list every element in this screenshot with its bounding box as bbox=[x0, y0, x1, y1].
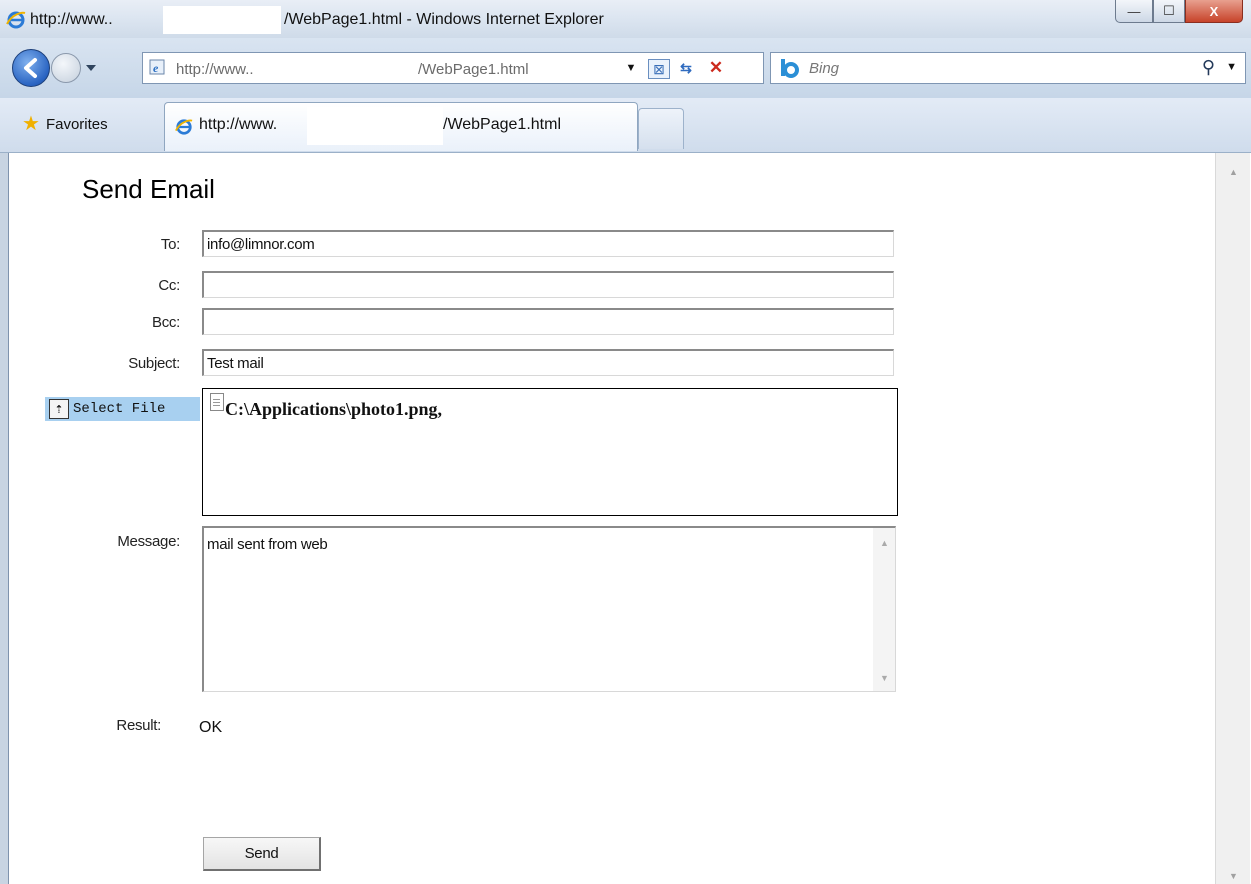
redacted-area bbox=[163, 6, 281, 34]
svg-text:e: e bbox=[153, 61, 159, 75]
favorites-star-icon: ★ bbox=[22, 113, 40, 135]
select-file-button[interactable]: ⇡ Select File bbox=[45, 397, 200, 421]
select-file-label: Select File bbox=[73, 401, 166, 417]
message-scrollbar[interactable]: ▲ ▼ bbox=[873, 528, 895, 691]
message-scroll-up-icon[interactable]: ▲ bbox=[880, 538, 889, 548]
window-title-suffix: /WebPage1.html - Windows Internet Explor… bbox=[284, 11, 604, 28]
favorites-button[interactable]: ★ Favorites bbox=[22, 112, 108, 136]
bing-logo-icon bbox=[781, 59, 799, 78]
bcc-label: Bcc: bbox=[152, 314, 180, 331]
scroll-up-icon[interactable]: ▲ bbox=[1229, 167, 1238, 177]
result-value: OK bbox=[199, 719, 223, 736]
message-label: Message: bbox=[117, 533, 180, 550]
title-bar: http://www.. /WebPage1.html - Windows In… bbox=[0, 0, 1251, 38]
close-button[interactable]: X bbox=[1185, 0, 1243, 23]
bcc-field[interactable] bbox=[202, 308, 894, 335]
compatibility-view-icon[interactable]: ⊠ bbox=[648, 59, 670, 79]
to-field[interactable]: info@limnor.com bbox=[202, 230, 894, 257]
redacted-area bbox=[291, 56, 416, 80]
address-bar[interactable]: e http://www.. /WebPage1.html ▼ ⊠ ⇆ ✕ bbox=[142, 52, 764, 84]
upload-icon: ⇡ bbox=[49, 399, 69, 419]
cc-label: Cc: bbox=[158, 277, 180, 294]
browser-tab[interactable]: http://www. /WebPage1.html bbox=[164, 102, 638, 151]
to-label: To: bbox=[160, 236, 180, 253]
maximize-button[interactable]: ☐ bbox=[1153, 0, 1185, 23]
search-placeholder: Bing bbox=[809, 60, 840, 77]
back-button[interactable] bbox=[12, 49, 50, 87]
search-dropdown-icon[interactable]: ▼ bbox=[1226, 61, 1237, 73]
address-dropdown-icon[interactable]: ▼ bbox=[621, 59, 641, 77]
window-left-border bbox=[0, 153, 9, 884]
recent-pages-dropdown-icon[interactable] bbox=[86, 65, 96, 71]
window-controls: — ☐ X bbox=[1115, 0, 1243, 23]
new-tab-button[interactable] bbox=[638, 108, 684, 149]
forward-button[interactable] bbox=[51, 53, 81, 83]
favorites-label: Favorites bbox=[45, 115, 108, 133]
search-icon[interactable]: ⚲ bbox=[1202, 57, 1215, 78]
refresh-icon[interactable]: ⇆ bbox=[676, 59, 696, 77]
subject-field[interactable]: Test mail bbox=[202, 349, 894, 376]
file-icon bbox=[210, 393, 224, 411]
address-suffix: /WebPage1.html bbox=[418, 61, 529, 78]
search-box[interactable]: Bing ⚲ ▼ bbox=[770, 52, 1246, 84]
message-text: mail sent from web bbox=[207, 536, 328, 553]
tab-title-prefix: http://www. bbox=[199, 116, 278, 133]
window-title-prefix: http://www.. bbox=[30, 11, 113, 28]
minimize-button[interactable]: — bbox=[1115, 0, 1153, 23]
favorites-bar: ★ Favorites http://www. /WebPage1.html bbox=[0, 98, 1251, 153]
redacted-area bbox=[307, 107, 443, 145]
navigation-bar: e http://www.. /WebPage1.html ▼ ⊠ ⇆ ✕ Bi… bbox=[0, 38, 1251, 98]
result-label: Result: bbox=[116, 717, 161, 734]
tab-title-suffix: /WebPage1.html bbox=[443, 116, 561, 133]
address-prefix: http://www.. bbox=[176, 61, 254, 78]
cc-field[interactable] bbox=[202, 271, 894, 298]
stop-icon[interactable]: ✕ bbox=[706, 58, 726, 77]
ie-logo-icon bbox=[6, 11, 26, 29]
page-scrollbar[interactable]: ▲ ▼ bbox=[1215, 153, 1250, 884]
scroll-down-icon[interactable]: ▼ bbox=[1229, 871, 1238, 881]
page-title: Send Email bbox=[82, 174, 215, 204]
page-content bbox=[0, 153, 1251, 884]
send-button[interactable]: Send bbox=[203, 837, 321, 871]
back-arrow-icon bbox=[24, 58, 37, 78]
attached-file-path: C:\Applications\photo1.png, bbox=[225, 399, 443, 419]
message-scroll-down-icon[interactable]: ▼ bbox=[880, 673, 889, 683]
message-textarea[interactable]: mail sent from web ▲ ▼ bbox=[202, 526, 896, 692]
page-icon: e bbox=[149, 59, 165, 75]
attached-files-box[interactable]: C:\Applications\photo1.png, bbox=[202, 388, 898, 516]
subject-label: Subject: bbox=[128, 355, 180, 372]
tab-ie-icon bbox=[175, 119, 193, 135]
